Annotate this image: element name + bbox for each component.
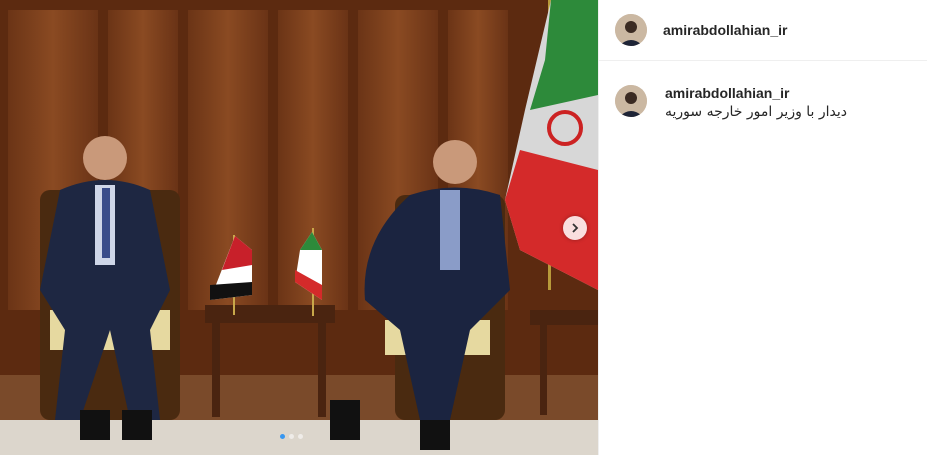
caption-comment: amirabdollahian_ir دیدار با وزیر امور خا… — [599, 61, 927, 120]
carousel-dots — [280, 434, 303, 439]
avatar[interactable] — [615, 14, 647, 46]
carousel-dot — [289, 434, 294, 439]
caption-text: دیدار با وزیر امور خارجه سوریه — [665, 104, 848, 120]
next-photo-button[interactable] — [563, 216, 587, 240]
profile-avatar-icon — [615, 85, 647, 117]
post-header: amirabdollahian_ir — [599, 0, 927, 61]
caption-username[interactable]: amirabdollahian_ir — [665, 85, 847, 101]
chevron-right-icon — [572, 223, 579, 233]
carousel-dot — [298, 434, 303, 439]
post-sidebar: amirabdollahian_ir amirabdollahian_ir دی… — [598, 0, 927, 455]
post-photo[interactable] — [0, 0, 598, 455]
carousel-dot-active — [280, 434, 285, 439]
caption-body: amirabdollahian_ir دیدار با وزیر امور خا… — [665, 85, 847, 120]
meeting-photo — [0, 0, 598, 455]
profile-avatar-icon — [615, 14, 647, 46]
avatar[interactable] — [615, 85, 647, 117]
post-username[interactable]: amirabdollahian_ir — [663, 22, 787, 38]
